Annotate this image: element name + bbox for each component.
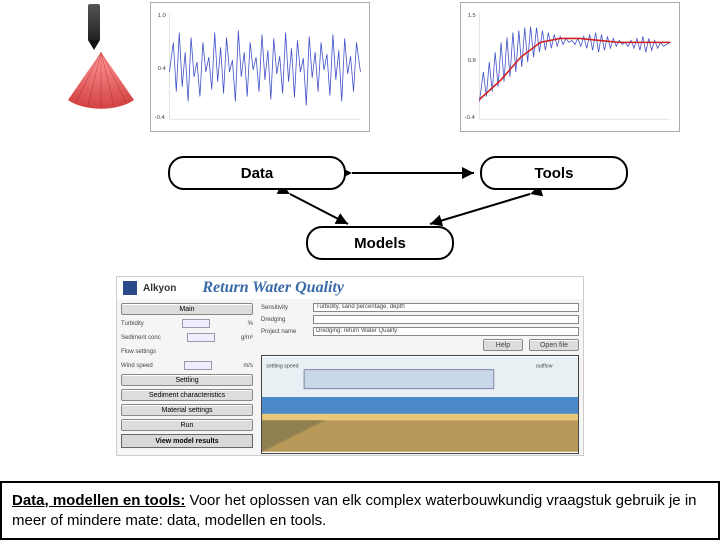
- concept-diagram: Data Tools Models: [0, 156, 720, 276]
- view-results-button[interactable]: View model results: [121, 434, 253, 448]
- model-app-right-panel: SensitivityTurbidity, sand percentage, d…: [257, 299, 583, 457]
- dredging-field[interactable]: [313, 315, 579, 324]
- node-models: Models: [306, 226, 454, 260]
- sensor-pen-icon: [88, 4, 100, 44]
- node-data: Data: [168, 156, 346, 190]
- param-row: Turbidity%: [121, 318, 253, 329]
- param-row: Flow settings: [121, 346, 253, 357]
- svg-text:1.0: 1.0: [158, 13, 167, 19]
- main-button[interactable]: Main: [121, 303, 253, 315]
- param-row: Sediment concg/m³: [121, 332, 253, 343]
- top-row: 1.0 0.4 -0.4 1.5 0.8 -0.4: [0, 0, 720, 140]
- sediment-field[interactable]: [187, 333, 215, 342]
- model-app-left-panel: Main Turbidity% Sediment concg/m³ Flow s…: [117, 299, 257, 457]
- open-file-button[interactable]: Open file: [529, 339, 579, 351]
- sediment-char-button[interactable]: Sediment characteristics: [121, 389, 253, 401]
- caption-box: Data, modellen en tools: Voor het oploss…: [0, 481, 720, 540]
- caption-lead: Data, modellen en tools:: [12, 492, 185, 509]
- project-field[interactable]: Dredging: return Water Quality: [313, 327, 579, 336]
- node-tools: Tools: [480, 156, 628, 190]
- timeseries-plot-2: 1.5 0.8 -0.4: [460, 2, 680, 132]
- model-app-title: Return Water Quality: [202, 279, 344, 297]
- help-button[interactable]: Help: [483, 339, 523, 351]
- svg-text:outflow: outflow: [536, 364, 553, 370]
- material-settings-button[interactable]: Material settings: [121, 404, 253, 416]
- sensor-cone-icon: [68, 52, 134, 110]
- svg-text:settling speed: settling speed: [266, 364, 298, 370]
- model-app-header: Alkyon Return Water Quality: [117, 277, 583, 299]
- svg-text:0.4: 0.4: [158, 66, 167, 72]
- model-app-brand: Alkyon: [143, 283, 176, 294]
- sensitivity-field[interactable]: Turbidity, sand percentage, depth: [313, 303, 579, 312]
- svg-text:1.5: 1.5: [468, 13, 477, 19]
- svg-text:-0.4: -0.4: [155, 115, 166, 121]
- run-button[interactable]: Run: [121, 419, 253, 431]
- sensor-diagram: [32, 4, 120, 114]
- timeseries-plot-1: 1.0 0.4 -0.4: [150, 2, 370, 132]
- model-cross-section-chart: settling speed outflow: [261, 355, 579, 454]
- svg-text:0.8: 0.8: [468, 58, 477, 64]
- wind-field[interactable]: [184, 361, 212, 370]
- model-app-screenshot: Alkyon Return Water Quality Main Turbidi…: [116, 276, 584, 456]
- turbidity-field[interactable]: [182, 319, 210, 328]
- alkyon-logo-icon: [123, 281, 137, 295]
- settling-button[interactable]: Settling: [121, 374, 253, 386]
- svg-text:-0.4: -0.4: [465, 115, 476, 121]
- param-row: Wind speedm/s: [121, 360, 253, 371]
